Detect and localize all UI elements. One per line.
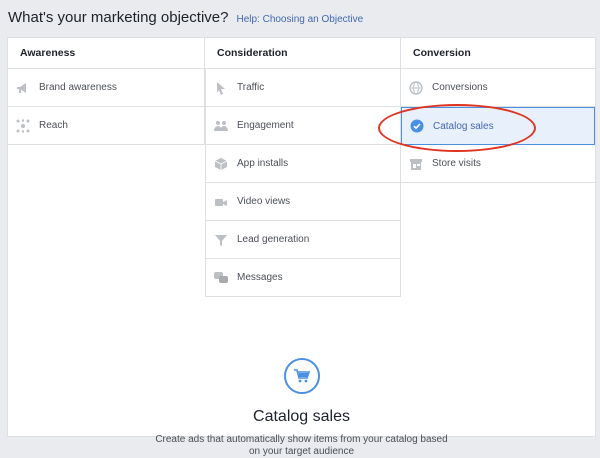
objective-conversions[interactable]: Conversions xyxy=(401,69,595,107)
objective-messages[interactable]: Messages xyxy=(205,259,401,297)
objective-label: Conversions xyxy=(432,82,488,93)
funnel-icon xyxy=(214,233,228,247)
box-icon xyxy=(214,157,228,171)
store-icon xyxy=(409,157,423,171)
column-heading-consideration: Consideration xyxy=(205,38,401,69)
column-heading-awareness: Awareness xyxy=(8,38,205,69)
objective-label: Lead generation xyxy=(237,234,310,245)
megaphone-icon xyxy=(16,81,30,95)
objective-traffic[interactable]: Traffic xyxy=(205,69,401,107)
objective-label: Engagement xyxy=(237,120,294,131)
objective-label: App installs xyxy=(237,158,289,169)
objective-label: Traffic xyxy=(237,82,265,93)
help-link[interactable]: Help: Choosing an Objective xyxy=(236,14,363,25)
page-title: What's your marketing objective? xyxy=(8,9,229,26)
objective-label: Reach xyxy=(39,120,68,131)
column-consideration: Consideration Traffic Engagement App ins… xyxy=(205,38,401,297)
chat-bubbles-icon xyxy=(214,271,228,285)
column-heading-conversion: Conversion xyxy=(401,38,595,69)
objective-label: Store visits xyxy=(432,158,481,169)
cursor-icon xyxy=(214,81,228,95)
column-awareness: Awareness Brand awareness Reach xyxy=(8,38,205,145)
column-conversion: Conversion Conversions Catalog sales Sto… xyxy=(401,38,595,183)
objective-lead-generation[interactable]: Lead generation xyxy=(205,221,401,259)
objective-panel: Awareness Brand awareness Reach Consider… xyxy=(7,37,596,457)
objective-label: Messages xyxy=(237,272,283,283)
objective-detail: Catalog sales Create ads that automatica… xyxy=(8,358,595,458)
people-icon xyxy=(214,119,228,133)
check-circle-icon xyxy=(410,119,424,133)
objective-store-visits[interactable]: Store visits xyxy=(401,145,595,183)
objective-engagement[interactable]: Engagement xyxy=(205,107,401,145)
globe-icon xyxy=(409,80,423,95)
cart-icon xyxy=(283,358,320,394)
objective-brand-awareness[interactable]: Brand awareness xyxy=(8,69,205,107)
video-camera-icon xyxy=(214,195,228,209)
objective-reach[interactable]: Reach xyxy=(8,107,205,145)
detail-description: Create ads that automatically show items… xyxy=(155,434,448,457)
objective-header: What's your marketing objective? Help: C… xyxy=(8,9,363,26)
objective-catalog-sales[interactable]: Catalog sales xyxy=(401,107,595,145)
objective-label: Video views xyxy=(237,196,291,207)
detail-title: Catalog sales xyxy=(253,408,350,425)
objective-label: Brand awareness xyxy=(39,82,117,93)
objective-app-installs[interactable]: App installs xyxy=(205,145,401,183)
reach-icon xyxy=(16,118,30,133)
objective-label: Catalog sales xyxy=(433,120,494,132)
objective-video-views[interactable]: Video views xyxy=(205,183,401,221)
